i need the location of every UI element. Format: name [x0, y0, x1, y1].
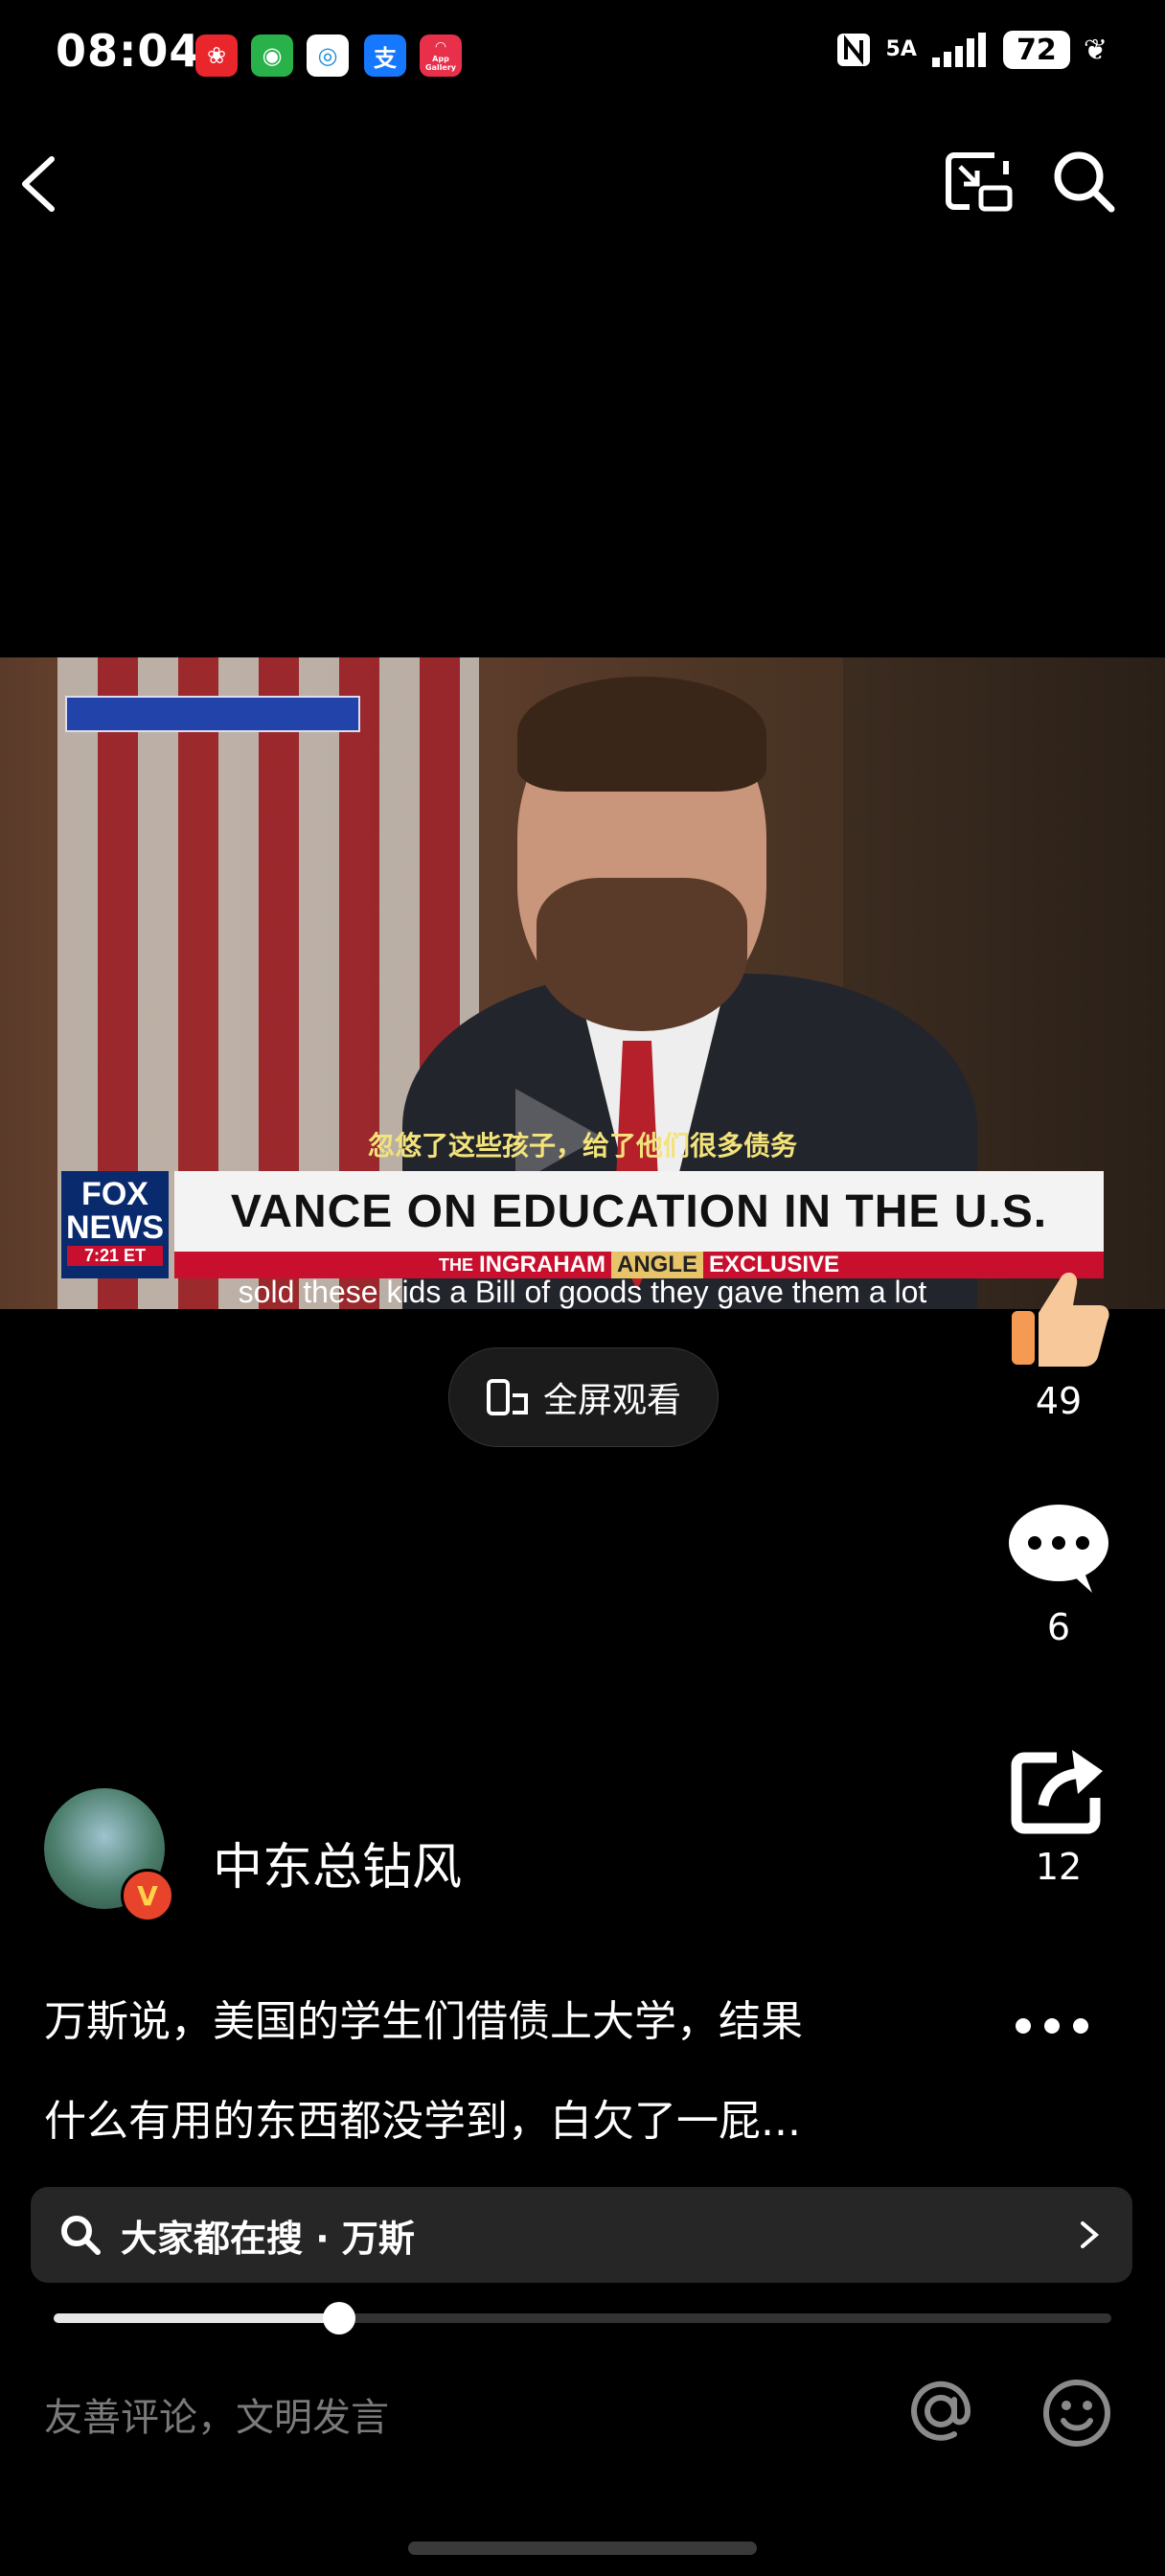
- mention-button[interactable]: [906, 2377, 975, 2450]
- wechat-icon: ◉: [251, 34, 293, 77]
- emoji-icon: [1043, 2380, 1110, 2447]
- search-icon: [1054, 151, 1115, 213]
- fox-news-logo: FOX NEWS 7:21 ET: [61, 1171, 169, 1278]
- logo-line-2: NEWS: [66, 1209, 164, 1246]
- share-icon: [1011, 1750, 1103, 1834]
- post-description[interactable]: 万斯说，美国的学生们借债上大学，结果 什么有用的东西都没学到，白欠了一屁...: [44, 1972, 906, 2172]
- like-button[interactable]: 49: [996, 1265, 1121, 1422]
- status-time: 08:04: [56, 25, 201, 77]
- presenter-beard: [537, 878, 747, 1031]
- fullscreen-label: 全屏观看: [542, 1381, 681, 1420]
- related-search-bar[interactable]: 大家都在搜 · 万斯: [31, 2187, 1132, 2283]
- show-prefix: THE: [438, 1254, 473, 1275]
- search-icon: [61, 2216, 101, 2255]
- comment-count: 6: [1046, 1606, 1071, 1648]
- subtitle-english: sold these kids a Bill of goods they gav…: [238, 1275, 927, 1309]
- home-indicator[interactable]: [408, 2542, 757, 2555]
- back-button[interactable]: [15, 153, 61, 215]
- video-progress-fill: [54, 2313, 339, 2323]
- picture-in-picture-button[interactable]: [945, 150, 1016, 215]
- presenter-hair: [517, 677, 766, 792]
- mobile-carrier-icon: ◎: [307, 34, 349, 77]
- logo-line-1: FOX: [81, 1176, 148, 1212]
- like-count: 49: [1035, 1380, 1083, 1422]
- dot: [1016, 2018, 1031, 2034]
- comment-bubble-icon: [1009, 1505, 1108, 1593]
- pip-icon: [946, 152, 1013, 212]
- thumbs-up-icon: [1012, 1272, 1109, 1367]
- app-notification-icon: ❀: [195, 34, 238, 77]
- chevron-left-icon: [22, 156, 55, 212]
- nfc-icon: [836, 34, 870, 66]
- dot: [1044, 2018, 1060, 2034]
- related-search-text: 大家都在搜 · 万斯: [121, 2217, 415, 2260]
- subtitle-chinese: 忽悠了这些孩子，给了他们很多债务: [367, 1130, 797, 1162]
- network-type: 5A: [885, 37, 917, 61]
- search-button[interactable]: [1050, 148, 1117, 215]
- power-saving-icon: ❦: [1083, 33, 1108, 67]
- news-headline: VANCE ON EDUCATION IN THE U.S.: [174, 1171, 1104, 1252]
- share-count: 12: [1035, 1846, 1083, 1888]
- emoji-button[interactable]: [1040, 2377, 1113, 2453]
- rotate-phone-icon: [486, 1379, 528, 1415]
- logo-time: 7:21 ET: [67, 1246, 163, 1266]
- comment-input[interactable]: 友善评论，文明发言: [44, 2386, 389, 2442]
- author-name[interactable]: 中东总钻风: [213, 1827, 462, 1898]
- video-progress-handle[interactable]: [323, 2302, 355, 2334]
- share-button[interactable]: 12: [996, 1744, 1121, 1888]
- at-sign-icon: [911, 2380, 971, 2441]
- description-line-1: 万斯说，美国的学生们借债上大学，结果: [44, 1997, 803, 2046]
- alipay-icon: 支: [364, 34, 406, 77]
- dot: [1073, 2018, 1088, 2034]
- chevron-right-icon: [1081, 2221, 1100, 2248]
- comment-button[interactable]: 6: [996, 1501, 1121, 1648]
- on-screen-banner: [65, 696, 360, 732]
- more-options-button[interactable]: [1016, 2018, 1088, 2034]
- verified-badge: V: [121, 1869, 174, 1922]
- fullscreen-button[interactable]: 全屏观看: [448, 1347, 719, 1447]
- app-gallery-icon: ◠ App Gallery: [420, 34, 462, 77]
- signal-icon: [931, 33, 986, 67]
- battery-indicator: 72: [1002, 31, 1070, 69]
- description-line-2: 什么有用的东西都没学到，白欠了一屁...: [44, 2097, 801, 2146]
- status-right-cluster: 5A 72 ❦: [834, 31, 1108, 69]
- news-lower-third: FOX NEWS 7:21 ET VANCE ON EDUCATION IN T…: [61, 1171, 1104, 1278]
